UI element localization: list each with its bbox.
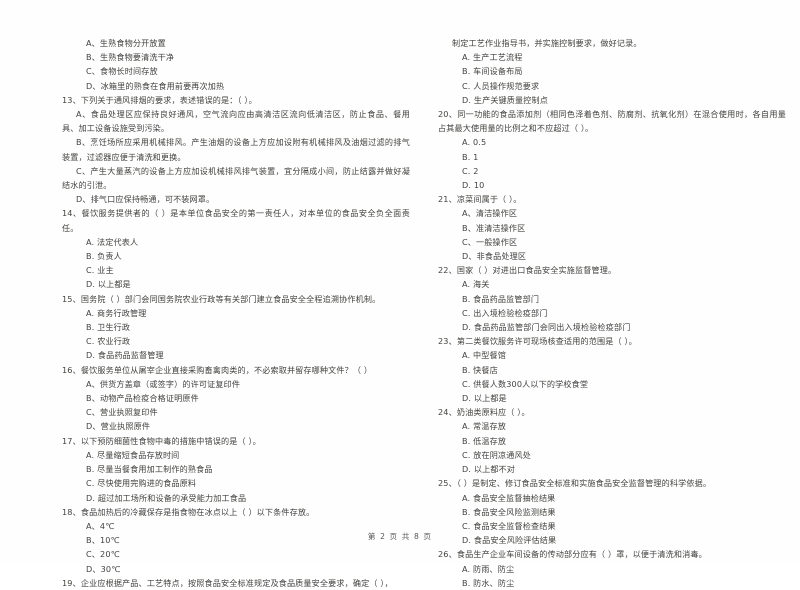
question-stem-24: 24、奶油类原料应（ ）。 xyxy=(438,407,530,418)
question-stem-19-continued: 制定工艺作业指导书，并实施控制要求，做好记录。 xyxy=(452,38,642,48)
question-stem-17: 17、以下预防细菌性食物中毒的措施中错误的是（ ）。 xyxy=(62,435,261,446)
question-option-23-d: D. 以上都是 xyxy=(462,393,507,404)
question-option-13-b: B、烹饪场所应采用机械排风。产生油烟的设备上方应加设附有机械排风及油烟过滤的排气… xyxy=(62,137,410,162)
question-option-16-b: B、动物产品检疫合格证明原件 xyxy=(86,393,199,404)
question-option-19-a: A. 生产工艺流程 xyxy=(462,52,523,63)
question-option-18-d: D、30℃ xyxy=(86,563,121,574)
question-stem-26: 26、食品生产企业车间设备的传动部分应有（ ）罩，以便于清洗和消毒。 xyxy=(438,549,707,560)
option-item: A、生熟食物分开放置 xyxy=(86,38,166,48)
option-item: C、食物长时间存放 xyxy=(86,66,158,77)
question-option-21-d: D、非食品处理区 xyxy=(462,251,527,262)
question-option-17-c: C. 尽快使用完购进的食品原料 xyxy=(86,478,197,489)
question-option-17-b: B. 尽量当餐食用加工制作的熟食品 xyxy=(86,464,213,475)
question-option-19-c: C. 人员操作规范要求 xyxy=(462,80,540,91)
question-stem-19: 19、企业应根据产品、工艺特点，按照食品安全标准规定及食品质量安全要求，确定（ … xyxy=(62,577,393,588)
question-option-13-c: C、产生大量蒸汽的设备上方应加设机械排风排气装置，宜分隔成小间，防止结露并做好凝… xyxy=(62,165,410,191)
question-option-20-b: B. 1 xyxy=(462,151,479,162)
question-stem-18: 18、食品加热后的冷藏保存是指食物在冰点以上（ ）以下条件存放。 xyxy=(62,506,315,517)
question-option-26-a: A. 防雨、防尘 xyxy=(462,563,515,574)
question-option-19-d: D. 生产关键质量控制点 xyxy=(462,94,549,105)
question-option-24-a: A. 常温存放 xyxy=(462,421,506,432)
question-option-17-a: A. 尽量缩短食品存放时间 xyxy=(86,449,180,460)
question-option-21-c: C、一般操作区 xyxy=(462,236,518,247)
question-stem-22: 22、国家（ ）对进出口食品安全实施监督管理。 xyxy=(438,265,617,276)
question-option-13-a: A、食品处理区应保持良好通风，空气流向应由高清洁区流向低清洁区，防止食品、餐用具… xyxy=(62,109,410,134)
question-stem-23: 23、第二类餐饮服务许可现场核查适用的范围是（ ）。 xyxy=(438,336,637,347)
question-option-22-c: C. 出入境检验检疫部门 xyxy=(462,307,548,318)
page-footer: 第 2 页 共 8 页 xyxy=(367,532,433,541)
question-option-19-b: B. 车间设备布局 xyxy=(462,66,523,77)
question-option-20-c: C. 2 xyxy=(462,165,479,176)
question-option-21-b: B、准清洁操作区 xyxy=(462,222,526,233)
question-option-15-b: B. 卫生行政 xyxy=(86,322,131,333)
question-option-24-d: D. 以上都不对 xyxy=(462,464,516,475)
question-option-24-b: B. 低温存放 xyxy=(462,435,507,446)
question-option-14-c: C. 业主 xyxy=(86,265,114,276)
question-option-16-c: C、营业执照复印件 xyxy=(86,407,158,418)
question-option-14-a: A. 法定代表人 xyxy=(86,236,139,247)
question-stem-13: 13、下列关于通风排烟的要求，表述错误的是：（ ）。 xyxy=(62,94,257,105)
question-option-16-d: D、营业执照原件 xyxy=(86,421,151,432)
exam-page: A、生熟食物分开放置 B、生熟食物要清洗干净 C、食物长时间存放 D、冰箱里的熟… xyxy=(0,0,800,588)
question-stem-14: 14、餐饮服务提供者的（ ）是本单位食品安全的第一责任人，对本单位的食品安全负全… xyxy=(62,208,410,233)
question-stem-20: 20、同一功能的食品添加剂（相同色泽着色剂、防腐剂、抗氧化剂）在混合使用时，各自… xyxy=(438,109,786,134)
question-option-23-b: B. 快餐店 xyxy=(462,364,498,375)
question-stem-16: 16、餐饮服务单位从屠宰企业直接采购畜禽肉类的，不必索取并留存哪种文件？（ ） xyxy=(62,364,373,375)
question-option-20-a: A. 0.5 xyxy=(462,137,487,148)
option-item: D、冰箱里的熟食在食用前要再次加热 xyxy=(86,80,225,91)
question-option-22-a: A. 海关 xyxy=(462,279,490,290)
question-option-15-a: A. 商务行政管理 xyxy=(86,307,147,318)
question-option-23-c: C. 供餐人数300人以下的学校食堂 xyxy=(462,378,589,389)
question-option-22-b: B. 食品药品监管部门 xyxy=(462,293,540,304)
question-option-14-b: B. 负责人 xyxy=(86,251,122,262)
right-column: 制定工艺作业指导书，并实施控制要求，做好记录。 A. 生产工艺流程 B. 车间设… xyxy=(438,36,786,590)
question-option-24-c: C. 放在阴凉通风处 xyxy=(462,449,531,460)
left-column: A、生熟食物分开放置 B、生熟食物要清洗干净 C、食物长时间存放 D、冰箱里的熟… xyxy=(62,36,410,590)
question-option-13-d: D、排气口应保持畅通，可不装网罩。 xyxy=(76,194,215,205)
option-item: B、生熟食物要清洗干净 xyxy=(86,52,175,63)
question-option-16-a: A、供货方盖章（或签字）的许可证复印件 xyxy=(86,378,241,389)
question-option-21-a: A、清洁操作区 xyxy=(462,208,518,219)
question-option-26-b: B. 防水、防尘 xyxy=(462,577,515,588)
question-option-15-c: C. 农业行政 xyxy=(86,336,131,347)
question-option-25-a: A. 食品安全监督抽检结果 xyxy=(462,492,556,503)
question-stem-21: 21、凉菜间属于（ ）。 xyxy=(438,194,522,205)
question-option-25-b: B. 食品安全风险监测结果 xyxy=(462,506,556,517)
question-option-22-d: D. 食品药品监管部门会同出入境检验检疫部门 xyxy=(462,322,631,333)
question-stem-15: 15、国务院（ ）部门会同国务院农业行政等有关部门建立食品安全全程追溯协作机制。 xyxy=(62,293,381,304)
question-option-15-d: D. 食品药品监督管理 xyxy=(86,350,164,361)
question-option-23-a: A. 中型餐馆 xyxy=(462,350,506,361)
question-stem-25: 25、（ ）是制定、修订食品安全标准和实施食品安全监督管理的科学依据。 xyxy=(438,478,712,489)
two-column-body: A、生熟食物分开放置 B、生熟食物要清洗干净 C、食物长时间存放 D、冰箱里的熟… xyxy=(0,36,800,590)
question-option-14-d: D. 以上都是 xyxy=(86,279,131,290)
question-option-17-d: D. 超过加工场所和设备的承受能力加工食品 xyxy=(86,492,247,503)
question-option-18-c: C、20℃ xyxy=(86,549,120,560)
question-option-20-d: D. 10 xyxy=(462,180,485,191)
